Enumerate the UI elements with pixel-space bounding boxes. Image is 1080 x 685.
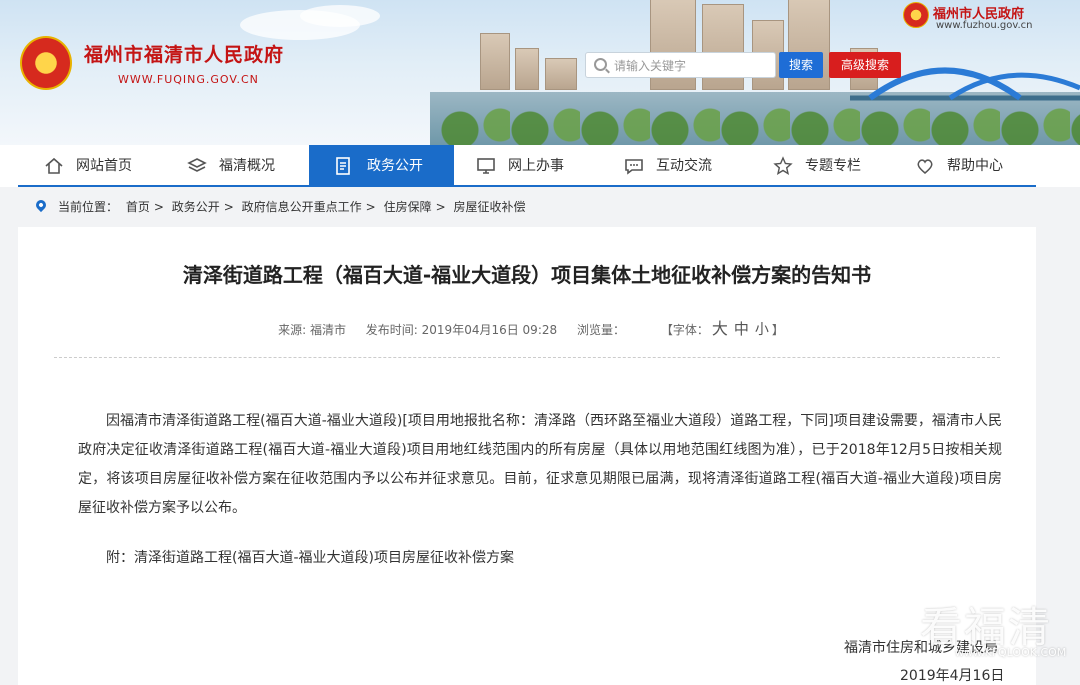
site-header: 福州市福清市人民政府 WWW.FUQING.GOV.CN 福州市人民政府 www…: [0, 0, 1080, 145]
search-button[interactable]: 搜索: [779, 52, 823, 78]
nav-item-interaction[interactable]: 互动交流: [624, 145, 744, 185]
font-size-label-close: 】: [771, 323, 784, 337]
parent-emblem-logo: [903, 2, 929, 28]
article-sign-date: 2019年4月16日: [900, 668, 1005, 684]
article-publish-time: 发布时间: 2019年04月16日 09:28: [365, 323, 558, 337]
star-icon: [773, 156, 793, 175]
chat-icon: [625, 159, 643, 175]
nav-item-overview[interactable]: 福清概况: [187, 145, 307, 185]
breadcrumb-separator: >: [153, 200, 164, 214]
article-source: 来源: 福清市: [278, 323, 346, 337]
breadcrumb-item-gov-affairs[interactable]: 政务公开: [172, 200, 220, 214]
parent-site-url: www.fuzhou.gov.cn: [936, 20, 1033, 31]
cloud-decoration: [300, 5, 380, 27]
nav-item-home[interactable]: 网站首页: [44, 145, 164, 185]
breadcrumb-separator: >: [365, 200, 376, 214]
search-icon: [594, 58, 607, 71]
article-attachment-link[interactable]: 附：清泽街道路工程(福百大道-福业大道段)项目房屋征收补偿方案: [106, 547, 514, 567]
breadcrumb-separator: >: [435, 200, 446, 214]
breadcrumb-item-home[interactable]: 首页: [126, 200, 150, 214]
home-icon: [45, 157, 63, 174]
breadcrumb-item-expropriation[interactable]: 房屋征收补偿: [453, 200, 525, 214]
monitor-icon: [477, 158, 495, 174]
help-icon: [917, 159, 933, 174]
nav-underline: [18, 185, 1036, 187]
font-size-label-open: 【字体：: [660, 323, 709, 337]
article-meta: 来源: 福清市 发布时间: 2019年04月16日 09:28 浏览量： 【字体…: [18, 315, 1036, 339]
site-url: WWW.FUQING.GOV.CN: [118, 73, 259, 86]
watermark-url: www.KFQLOOK.COM: [955, 646, 1067, 659]
font-size-large-button[interactable]: 大: [712, 319, 728, 338]
breadcrumb-item-housing[interactable]: 住房保障: [384, 200, 432, 214]
font-size-medium-button[interactable]: 中: [734, 320, 749, 338]
document-icon: [336, 157, 350, 175]
advanced-search-button[interactable]: 高级搜索: [829, 52, 901, 78]
national-emblem-logo: [20, 36, 72, 90]
nav-item-special-topics[interactable]: 专题专栏: [773, 145, 893, 185]
article-container: 清泽街道路工程（福百大道-福业大道段）项目集体土地征收补偿方案的告知书 来源: …: [18, 227, 1036, 685]
location-pin-icon: [33, 197, 49, 213]
search-input[interactable]: [612, 56, 776, 76]
search-box: [585, 52, 776, 78]
site-title[interactable]: 福州市福清市人民政府: [84, 40, 284, 67]
article-views: 浏览量：: [576, 323, 625, 337]
meta-divider: [54, 357, 1000, 358]
layers-icon: [187, 158, 207, 172]
article-body: 因福清市清泽街道路工程(福百大道-福业大道段)[项目用地报批名称：清泽路（西环路…: [78, 413, 1002, 516]
breadcrumb: 当前位置： 首页 > 政务公开 > 政府信息公开重点工作 > 住房保障 > 房屋征收补偿: [18, 194, 1036, 220]
nav-item-help-center[interactable]: 帮助中心: [915, 145, 1035, 185]
breadcrumb-prefix: 当前位置：: [58, 200, 119, 214]
breadcrumb-item-key-work[interactable]: 政府信息公开重点工作: [242, 200, 362, 214]
nav-item-gov-affairs[interactable]: 政务公开: [309, 145, 454, 185]
article-title: 清泽街道路工程（福百大道-福业大道段）项目集体土地征收补偿方案的告知书: [182, 263, 872, 287]
nav-item-online-services[interactable]: 网上办事: [476, 145, 596, 185]
breadcrumb-separator: >: [223, 200, 234, 214]
font-size-small-button[interactable]: 小: [755, 322, 769, 338]
